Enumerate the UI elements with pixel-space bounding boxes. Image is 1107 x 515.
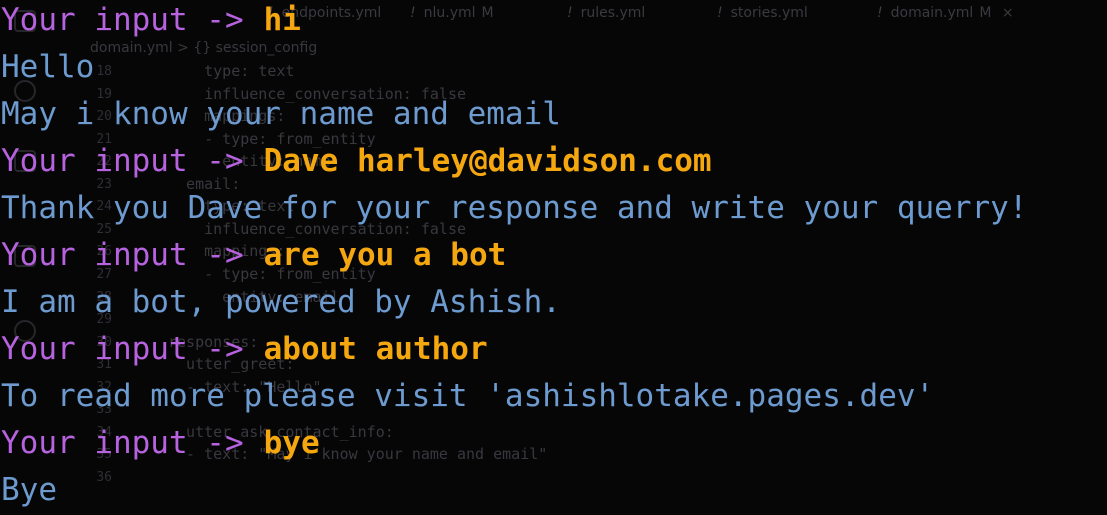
user-message: Dave harley@davidson.com — [263, 143, 712, 179]
terminal-output[interactable]: Your input -> hi Hello May i know your name… — [0, 0, 1107, 515]
bot-response-line: I am a bot, powered by Ashish. — [1, 284, 561, 320]
bot-response-line: To read more please visit 'ashishlotake.… — [1, 378, 935, 414]
terminal-input-line: Your input -> about author — [1, 329, 488, 376]
bot-response-line: May i know your name and email — [1, 96, 561, 132]
input-prompt: Your input -> — [1, 331, 244, 367]
input-prompt: Your input -> — [1, 237, 244, 273]
user-message: bye — [263, 425, 320, 461]
input-prompt: Your input -> — [1, 143, 244, 179]
user-message: hi — [263, 2, 301, 38]
bot-response-line: Thank you Dave for your response and wri… — [1, 190, 1028, 226]
terminal-input-line: Your input -> bye — [1, 423, 320, 470]
terminal-input-line: Your input -> hi — [1, 0, 301, 47]
screen: ! endpoints.yml ! nlu.yml M ! rules.yml ! sto… — [0, 0, 1107, 515]
user-message: are you a bot — [263, 237, 507, 273]
bot-response-line: Hello — [1, 49, 95, 85]
user-message: about author — [263, 331, 488, 367]
input-prompt: Your input -> — [1, 2, 244, 38]
terminal-input-line: Your input -> Dave harley@davidson.com — [1, 141, 712, 188]
terminal-input-line: Your input -> are you a bot — [1, 235, 506, 282]
input-prompt: Your input -> — [1, 425, 244, 461]
bot-response-line: Bye — [1, 472, 57, 508]
